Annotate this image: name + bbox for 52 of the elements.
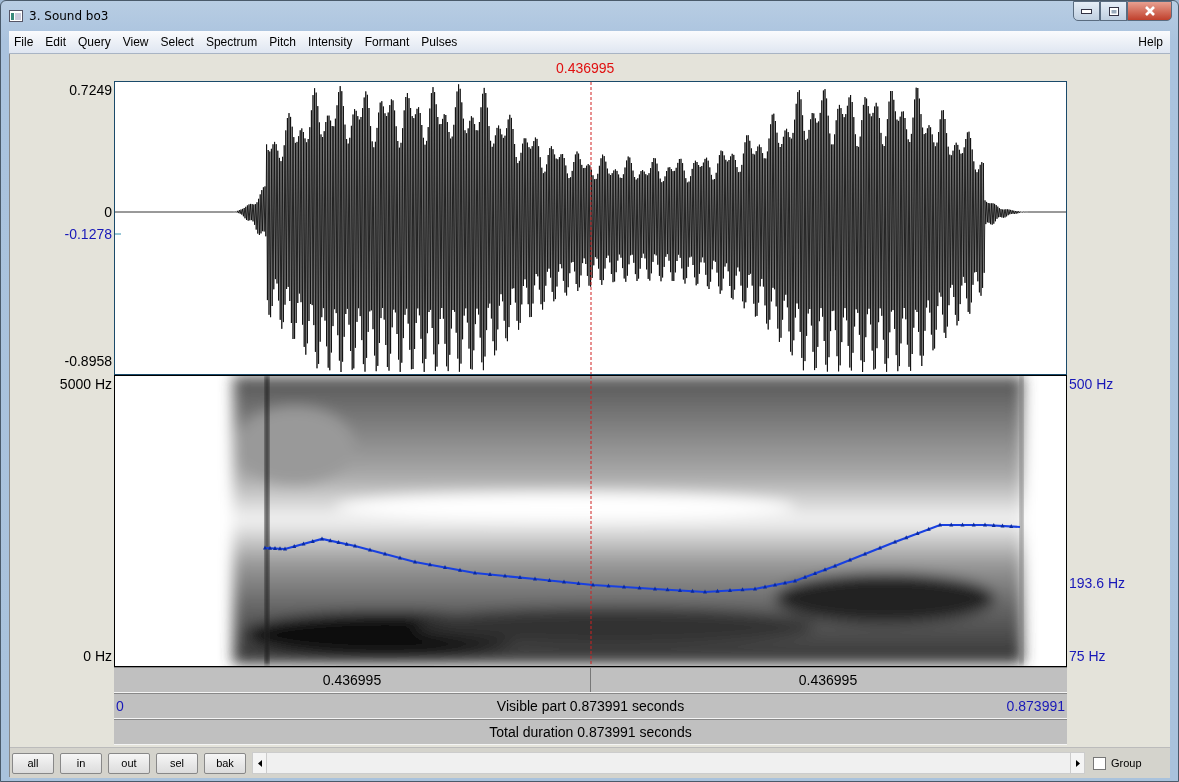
tick-mark	[115, 233, 122, 235]
zoom-button[interactable]: out	[108, 752, 150, 774]
axis-label: 500 Hz	[1069, 376, 1114, 392]
menu-item[interactable]: Select	[155, 32, 199, 52]
help-menu[interactable]: Help	[1133, 32, 1168, 52]
start-time: 0	[116, 698, 124, 714]
menu-item[interactable]: Intensity	[302, 32, 358, 52]
zoom-button[interactable]: in	[60, 752, 102, 774]
cursor-value-label: -0.1278	[64, 226, 112, 242]
scroll-left-button[interactable]	[253, 753, 267, 773]
right-arrow-icon	[1075, 759, 1080, 767]
minimize-icon	[1081, 8, 1092, 14]
zoom-button[interactable]: bak	[204, 752, 246, 774]
axis-label: 75 Hz	[1069, 648, 1106, 664]
menu-item[interactable]: Query	[73, 32, 116, 52]
axis-label: 0 Hz	[83, 648, 112, 664]
segment-duration: 0.436995	[322, 672, 382, 688]
time-segment[interactable]: 0.436995	[114, 668, 591, 692]
zoom-button[interactable]: sel	[156, 752, 198, 774]
zoom-button[interactable]: all	[12, 752, 54, 774]
maximize-icon	[1108, 6, 1119, 16]
maximize-button[interactable]	[1100, 1, 1127, 21]
pitch-value-label: 193.6 Hz	[1069, 575, 1126, 591]
axis-label: 5000 Hz	[59, 376, 112, 392]
menu-item[interactable]: Formant	[359, 32, 415, 52]
menu-item[interactable]: File	[9, 32, 39, 52]
menu-item[interactable]: Edit	[40, 32, 72, 52]
visible-part-label: Visible part 0.873991 seconds	[496, 698, 685, 714]
window-title: 3. Sound bo3	[29, 9, 109, 23]
end-time: 0.873991	[1006, 698, 1065, 714]
axis-label: 0.7249	[69, 82, 112, 98]
close-icon	[1143, 6, 1156, 16]
axis-label: -0.8958	[64, 353, 112, 369]
menu-item[interactable]: Spectrum	[200, 32, 263, 52]
horizontal-scrollbar[interactable]	[252, 752, 1085, 774]
menu-item[interactable]: Pulses	[416, 32, 463, 52]
visible-part-bar[interactable]: 0 Visible part 0.873991 seconds 0.873991	[114, 693, 1067, 719]
app-icon	[9, 10, 23, 22]
group-checkbox[interactable]	[1093, 756, 1106, 770]
menu-item[interactable]: Pitch	[264, 32, 301, 52]
minimize-button[interactable]	[1073, 1, 1100, 21]
scroll-right-button[interactable]	[1070, 753, 1084, 773]
group-label: Group	[1111, 757, 1142, 769]
close-button[interactable]	[1127, 1, 1172, 21]
axis-label: 0	[104, 204, 112, 220]
total-duration-bar[interactable]: Total duration 0.873991 seconds	[114, 719, 1067, 745]
time-segment[interactable]: 0.436995	[591, 668, 1065, 692]
cursor-time-label: 0.436995	[556, 60, 615, 76]
segment-duration: 0.436995	[798, 672, 858, 688]
left-arrow-icon	[257, 759, 262, 767]
total-duration-label: Total duration 0.873991 seconds	[489, 724, 692, 740]
menu-item[interactable]: View	[117, 32, 154, 52]
